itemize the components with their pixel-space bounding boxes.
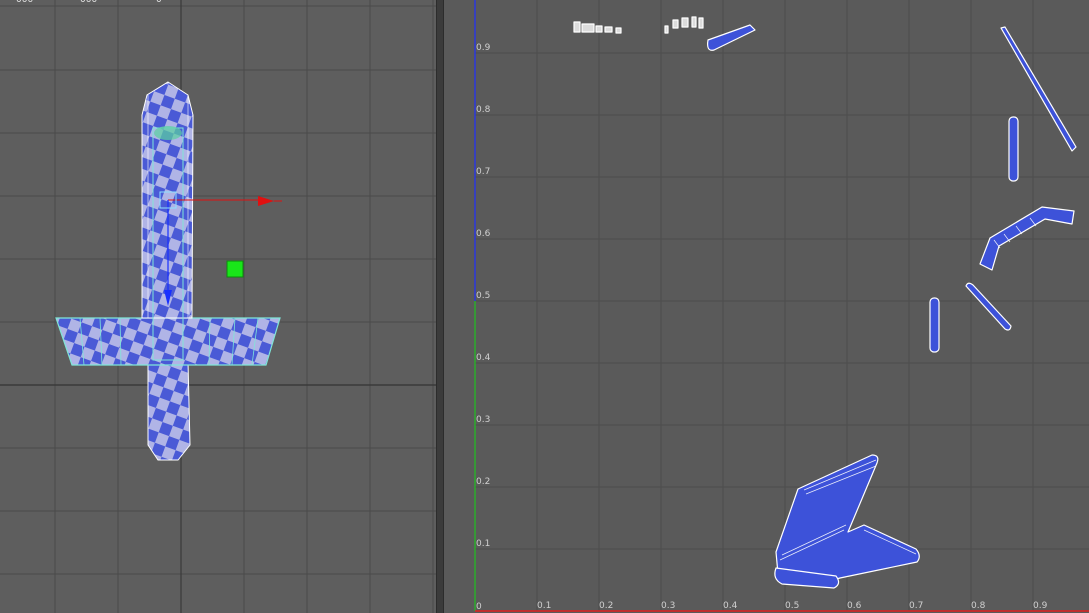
pivot-handle-icon[interactable] <box>0 0 436 613</box>
uv-shells[interactable] <box>444 0 1089 613</box>
perspective-viewport[interactable]: 000 000 0 <box>0 0 436 613</box>
uv-editor[interactable]: 0 0.1 0.2 0.3 0.4 0.5 0.6 0.7 0.8 0.9 0.… <box>444 0 1089 613</box>
panel-divider[interactable] <box>436 0 444 613</box>
